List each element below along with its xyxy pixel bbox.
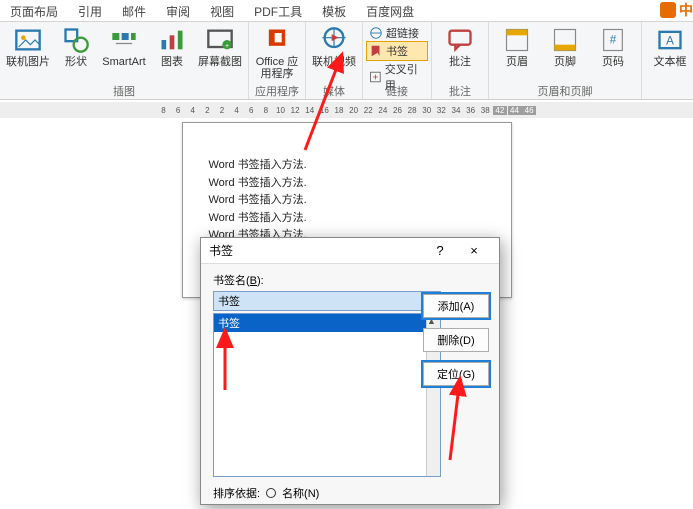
dialog-help-button[interactable]: ? bbox=[423, 243, 457, 258]
group-illustrations: 联机图片 形状 SmartArt 图表 +屏幕截图 插图 bbox=[0, 22, 249, 99]
ribbon: 联机图片 形状 SmartArt 图表 +屏幕截图 插图 Office 应用程序… bbox=[0, 22, 693, 100]
tab-mailings[interactable]: 邮件 bbox=[112, 0, 156, 21]
goto-bookmark-button[interactable]: 定位(G) bbox=[423, 362, 489, 386]
tab-view[interactable]: 视图 bbox=[200, 0, 244, 21]
comment-button[interactable]: 批注 bbox=[436, 24, 484, 70]
bookmark-button[interactable]: 书签 bbox=[367, 42, 427, 60]
screenshot-button[interactable]: +屏幕截图 bbox=[196, 24, 244, 70]
textbox-button[interactable]: A文本框 bbox=[646, 24, 693, 70]
bookmark-name-input[interactable] bbox=[213, 291, 441, 311]
document-line: Word 书签插入方法. bbox=[209, 157, 485, 175]
ruler-tick: 6 bbox=[244, 106, 258, 115]
ruler-tick: 42 bbox=[493, 106, 507, 115]
footer-button[interactable]: 页脚 bbox=[541, 24, 589, 70]
tab-pdf-tools[interactable]: PDF工具 bbox=[244, 0, 312, 21]
ruler-tick: 46 bbox=[522, 106, 536, 115]
chart-button[interactable]: 图表 bbox=[148, 24, 196, 70]
tab-references[interactable]: 引用 bbox=[68, 0, 112, 21]
ruler-tick: 30 bbox=[420, 106, 434, 115]
online-pictures-button[interactable]: 联机图片 bbox=[4, 24, 52, 70]
group-label-illustrations: 插图 bbox=[113, 83, 135, 97]
group-text: A文本框 文档部件 A艺术字 A首字 文本 bbox=[642, 22, 693, 99]
online-video-button[interactable]: 联机视频 bbox=[310, 24, 358, 70]
svg-text:#: # bbox=[610, 34, 617, 47]
add-bookmark-button[interactable]: 添加(A) bbox=[423, 294, 489, 318]
group-links: 超链接 书签 交叉引用 链接 bbox=[363, 22, 432, 99]
group-apps: Office 应用程序 应用程序 bbox=[249, 22, 306, 99]
ruler-tick: 28 bbox=[405, 106, 419, 115]
ruler-tick: 4 bbox=[230, 106, 244, 115]
svg-text:A: A bbox=[666, 35, 674, 48]
ruler-tick: 4 bbox=[186, 106, 200, 115]
bookmark-name-label: 书签名(B): bbox=[213, 272, 487, 288]
svg-text:+: + bbox=[225, 43, 229, 50]
dialog-titlebar: 书签 ? × bbox=[201, 238, 499, 264]
sort-name-radio[interactable] bbox=[266, 488, 276, 498]
ruler-tick: 6 bbox=[171, 106, 185, 115]
sort-name-label: 名称(N) bbox=[282, 485, 319, 501]
group-label-links: 链接 bbox=[386, 83, 408, 97]
group-label-apps: 应用程序 bbox=[255, 83, 299, 97]
document-line: Word 书签插入方法. bbox=[209, 175, 485, 193]
hyperlink-button[interactable]: 超链接 bbox=[367, 24, 427, 42]
ruler-tick: 34 bbox=[449, 106, 463, 115]
app-logo-partial: 中 bbox=[660, 0, 693, 20]
ruler-tick: 18 bbox=[332, 106, 346, 115]
document-line: Word 书签插入方法. bbox=[209, 210, 485, 228]
ruler-tick: 36 bbox=[464, 106, 478, 115]
ruler-tick: 10 bbox=[274, 106, 288, 115]
horizontal-ruler: 8642246810121416182022242628303234363842… bbox=[0, 102, 693, 118]
header-button[interactable]: 页眉 bbox=[493, 24, 541, 70]
tab-templates[interactable]: 模板 bbox=[312, 0, 356, 21]
tab-baidu-netdisk[interactable]: 百度网盘 bbox=[356, 0, 424, 21]
ruler-tick: 14 bbox=[303, 106, 317, 115]
office-apps-button[interactable]: Office 应用程序 bbox=[253, 24, 301, 82]
tab-page-layout[interactable]: 页面布局 bbox=[0, 0, 68, 21]
ruler-tick: 12 bbox=[288, 106, 302, 115]
group-label-comments: 批注 bbox=[449, 83, 471, 97]
ruler-tick: 44 bbox=[508, 106, 522, 115]
ruler-tick: 8 bbox=[259, 106, 273, 115]
shapes-button[interactable]: 形状 bbox=[52, 24, 100, 70]
bookmark-listbox[interactable]: 书签 ▲ bbox=[213, 313, 441, 477]
ruler-tick: 26 bbox=[391, 106, 405, 115]
ruler-tick: 2 bbox=[215, 106, 229, 115]
ruler-tick: 16 bbox=[317, 106, 331, 115]
ribbon-tabs: 页面布局 引用 邮件 审阅 视图 PDF工具 模板 百度网盘 bbox=[0, 0, 693, 22]
ruler-tick: 8 bbox=[157, 106, 171, 115]
group-media: 联机视频 媒体 bbox=[306, 22, 363, 99]
dialog-close-button[interactable]: × bbox=[457, 243, 491, 258]
sort-by-row: 排序依据: 名称(N) bbox=[213, 485, 487, 501]
group-header-footer: 页眉 页脚 #页码 页眉和页脚 bbox=[489, 22, 642, 99]
bookmark-list-item-selected[interactable]: 书签 bbox=[214, 314, 440, 332]
tab-review[interactable]: 审阅 bbox=[156, 0, 200, 21]
ruler-tick: 38 bbox=[478, 106, 492, 115]
bookmark-dialog: 书签 ? × 书签名(B): 书签 ▲ 排序依据: 名称(N) 添加(A) 删除… bbox=[200, 237, 500, 505]
ruler-tick: 22 bbox=[361, 106, 375, 115]
page-number-button[interactable]: #页码 bbox=[589, 24, 637, 70]
ruler-tick: 20 bbox=[347, 106, 361, 115]
group-label-hf: 页眉和页脚 bbox=[538, 83, 593, 97]
document-line: Word 书签插入方法. bbox=[209, 192, 485, 210]
dialog-title: 书签 bbox=[209, 242, 423, 259]
ruler-tick: 2 bbox=[200, 106, 214, 115]
group-label-media: 媒体 bbox=[323, 83, 345, 97]
sort-by-label: 排序依据: bbox=[213, 485, 260, 501]
smartart-button[interactable]: SmartArt bbox=[100, 24, 148, 70]
ruler-tick: 24 bbox=[376, 106, 390, 115]
delete-bookmark-button[interactable]: 删除(D) bbox=[423, 328, 489, 352]
ruler-tick: 32 bbox=[434, 106, 448, 115]
group-comments: 批注 批注 bbox=[432, 22, 489, 99]
